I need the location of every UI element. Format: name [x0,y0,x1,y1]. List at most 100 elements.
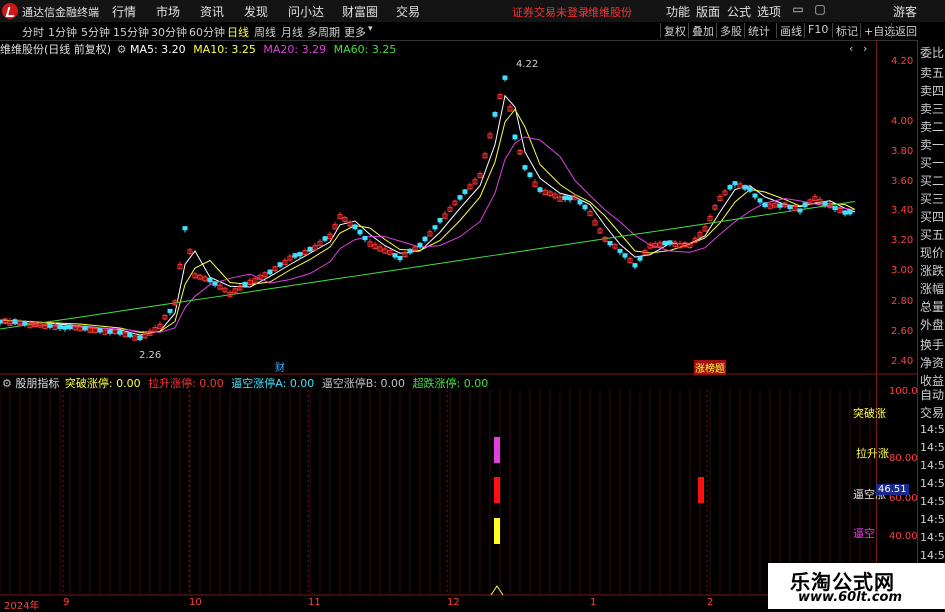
candle-body [322,236,328,241]
login-status[interactable]: 证券交易未登录 [512,4,589,20]
draw-line-button[interactable]: 画线 [776,23,805,38]
menu-wealth-circle[interactable]: 财富圈 [342,3,378,20]
price-tick: 2.40 [891,356,914,367]
guest-user[interactable]: 游客 [893,3,917,20]
menu-news[interactable]: 资讯 [200,3,224,20]
candle-body [357,229,363,235]
mark-button[interactable]: 标记 [832,23,861,38]
candle-body [632,263,638,268]
tick-time: 14:56 [920,459,945,472]
board-marker[interactable]: 涨榜题 [694,360,726,375]
candle-body [822,201,828,206]
candle-body [757,198,763,203]
menu-ask-xiaoda[interactable]: 问小达 [288,3,324,20]
overlay-button[interactable]: 叠加 [688,23,717,38]
kline-chart[interactable] [0,40,945,609]
finance-marker[interactable]: 财 [275,359,285,374]
candle-body [842,210,848,215]
indicator-item: 逼空涨停A: 0.00 [231,377,315,390]
candle-body [127,332,133,338]
period-60min[interactable]: 60分钟 [189,24,225,40]
indicator-name[interactable]: 股朋指标 [15,377,59,390]
price-tick: 2.60 [891,326,914,337]
x-axis-label: 1 [590,597,597,608]
candle-body [422,236,428,242]
quote-panel: 委比 卖五 卖四 卖三 卖二 卖一 买一 买二 买三 买四 买五 现价 涨跌 涨… [917,40,945,400]
period-multi[interactable]: 多周期 [307,24,340,40]
candle-body [727,184,733,190]
indicator-bar [698,477,704,503]
candle-body [797,208,803,213]
candle-body [397,255,403,261]
candle-body [667,240,673,245]
ma5-line [0,94,856,336]
period-1min[interactable]: 1分钟 [48,24,77,40]
candle-body [277,262,283,267]
f10-button[interactable]: F10 [804,23,831,38]
candle-body [392,253,398,258]
candle-body [577,199,583,205]
menu-trade[interactable]: 交易 [396,3,420,20]
period-30min[interactable]: 30分钟 [151,24,187,40]
period-weekly[interactable]: 周线 [254,24,276,40]
candle-body [242,281,248,287]
quote-label: 卖四 [920,84,945,98]
candle-body [522,165,528,170]
indicator-tick: 40.00 [889,531,918,542]
candle-body [182,226,188,231]
period-monthly[interactable]: 月线 [281,24,303,40]
indicator-side-label: 逼空 [853,527,875,540]
candle-body [407,248,413,254]
candle-body [267,269,273,275]
candle-body [637,256,643,261]
auto-trade-label[interactable]: 交易 [920,404,944,421]
candle-body [297,252,303,257]
menu-discover[interactable]: 发现 [244,3,268,20]
tick-time: 14:56 [920,531,945,544]
x-axis-label: 9 [63,597,70,608]
tick-time: 14:56 [920,513,945,526]
quote-label: 总量 [920,300,945,314]
period-daily[interactable]: 日线 [227,24,249,40]
candle-body [97,328,103,333]
candle-body [47,323,53,328]
period-more[interactable]: 更多 [344,24,366,40]
candle-body [57,324,63,329]
minimize-icon[interactable]: ▭ [790,2,806,18]
candle-body [502,75,508,80]
candle-body [117,330,123,335]
auto-trade-label[interactable]: 自动 [920,386,944,403]
ma60-line [0,201,856,330]
candle-body [212,281,218,286]
candle-body [582,204,588,210]
indicator-triangle-marker [490,585,504,596]
period-intraday[interactable]: 分时 [22,24,44,40]
candle-body [802,202,808,208]
x-axis-label: 2 [707,597,714,608]
candle-body [362,235,368,241]
maximize-icon[interactable]: ▢ [812,2,828,18]
quote-label: 买五 [920,228,945,242]
more-dropdown-icon[interactable]: ▾ [368,24,373,34]
multi-stock-button[interactable]: 多股 [716,23,745,38]
menu-function[interactable]: 功能 [666,3,690,20]
menu-formula[interactable]: 公式 [727,3,751,20]
candle-body [437,217,443,223]
tick-time: 14:56 [920,441,945,454]
menu-layout[interactable]: 版面 [696,3,720,20]
candle-body [787,204,793,210]
candle-body [457,195,463,200]
indicator-gear-icon[interactable]: ⚙ [2,377,12,390]
candle-body [847,209,853,215]
back-button[interactable]: 返回 [891,23,920,38]
cursor-value-label: 46.51 [876,484,909,495]
menu-market-quotes[interactable]: 行情 [112,3,136,20]
adjust-button[interactable]: 复权 [660,23,689,38]
period-15min[interactable]: 15分钟 [113,24,149,40]
period-5min[interactable]: 5分钟 [81,24,110,40]
stats-button[interactable]: 统计 [744,23,773,38]
menu-market[interactable]: 市场 [156,3,180,20]
indicator-item: 突破涨停: 0.00 [64,377,141,390]
menu-options[interactable]: 选项 [757,3,781,20]
price-tick: 3.40 [891,205,914,216]
